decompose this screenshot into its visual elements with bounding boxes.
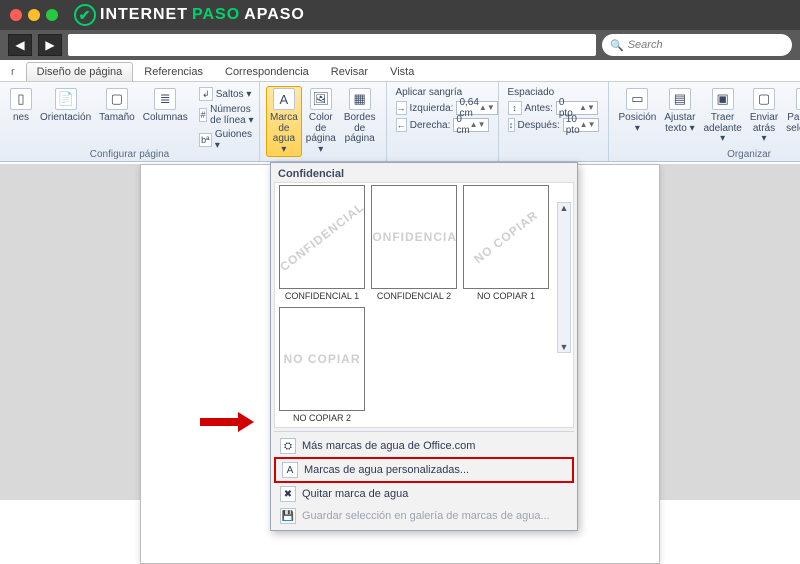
page-icon: ▯ <box>10 88 32 110</box>
hyphen-icon: bª <box>199 133 212 147</box>
group-label-organizar: Organizar <box>609 149 800 160</box>
minimize-window-icon[interactable] <box>28 9 40 21</box>
orientation-icon: 📄 <box>55 88 77 110</box>
indent-right-icon: ← <box>396 118 407 132</box>
panel-seleccion-button[interactable]: ☰Panel de selección <box>782 86 800 147</box>
ribbon-group-configurar-pagina: ▯nes 📄Orientación ▢Tamaño ≣Columnas ↲Sal… <box>0 82 260 161</box>
traer-adelante-button[interactable]: ▣Traer adelante ▾ <box>699 86 745 147</box>
ajustar-texto-button[interactable]: ▤Ajustar texto ▾ <box>660 86 699 147</box>
maximize-window-icon[interactable] <box>46 9 58 21</box>
search-placeholder: Search <box>628 39 663 51</box>
columns-icon: ≣ <box>154 88 176 110</box>
brand-text-3: APASO <box>244 6 305 24</box>
tab-correspondencia[interactable]: Correspondencia <box>214 62 320 81</box>
position-icon: ▭ <box>626 88 648 110</box>
size-icon: ▢ <box>106 88 128 110</box>
remove-watermark-item[interactable]: ✖Quitar marca de agua <box>274 483 574 505</box>
save-gallery-icon: 💾 <box>280 508 296 524</box>
space-before-icon: ↕ <box>508 101 522 115</box>
ribbon: ▯nes 📄Orientación ▢Tamaño ≣Columnas ↲Sal… <box>0 82 800 162</box>
ribbon-tab-strip: r Diseño de página Referencias Correspon… <box>0 60 800 82</box>
tamano-button[interactable]: ▢Tamaño <box>95 86 139 152</box>
watermark-option-confidencial1[interactable]: CONFIDENCIAL CONFIDENCIAL 1 <box>279 185 365 301</box>
color-pagina-button[interactable]: 🖼Color de página ▾ <box>302 86 340 157</box>
saltos-button[interactable]: ↲Saltos ▾ <box>196 86 260 102</box>
ribbon-group-espaciado: Espaciado ↕Antes:0 pto▲▼ ↕Después:10 pto… <box>499 82 609 161</box>
send-back-icon: ▢ <box>753 88 775 110</box>
indent-left-icon: → <box>396 101 407 115</box>
brand-text-1: INTERNET <box>100 6 188 24</box>
selection-pane-icon: ☰ <box>796 88 800 110</box>
bordes-pagina-button[interactable]: ▦Bordes de página <box>340 86 380 157</box>
dropdown-separator <box>274 431 574 432</box>
columnas-button[interactable]: ≣Columnas <box>139 86 192 152</box>
browser-search-input[interactable]: 🔍 Search <box>602 34 792 56</box>
office-icon: ⛭ <box>280 438 296 454</box>
custom-watermark-item[interactable]: AMarcas de agua personalizadas... <box>274 457 574 483</box>
more-office-watermarks-item[interactable]: ⛭Más marcas de agua de Office.com <box>274 435 574 457</box>
line-numbers-icon: # <box>199 108 207 122</box>
callout-arrow-icon <box>200 412 258 432</box>
brand-text-2: PASO <box>192 6 240 24</box>
sangria-derecha-field[interactable]: ←Derecha:0 cm▲▼ <box>393 117 492 133</box>
watermark-dropdown: Confidencial CONFIDENCIAL CONFIDENCIAL 1… <box>270 162 578 531</box>
browser-nav-row: ◀ ▶ 🔍 Search <box>0 30 800 60</box>
bring-forward-icon: ▣ <box>712 88 734 110</box>
tab-diseno-pagina[interactable]: Diseño de página <box>26 62 134 81</box>
space-after-icon: ↕ <box>508 118 515 132</box>
save-selection-gallery-item: 💾Guardar selección en galería de marcas … <box>274 505 574 527</box>
watermark-icon: A <box>273 88 295 110</box>
margenes-button-partial[interactable]: ▯nes <box>6 86 36 152</box>
brand-logo-icon: ✔ <box>74 4 96 26</box>
dropdown-section-confidencial: Confidencial <box>274 166 574 182</box>
orientacion-button[interactable]: 📄Orientación <box>36 86 95 152</box>
espaciado-title: Espaciado <box>505 86 602 99</box>
nav-forward-button[interactable]: ▶ <box>38 34 62 56</box>
ribbon-group-organizar: ▭Posición ▾ ▤Ajustar texto ▾ ▣Traer adel… <box>609 82 800 161</box>
espaciado-despues-field[interactable]: ↕Después:10 pto▲▼ <box>505 117 602 133</box>
tab-referencias[interactable]: Referencias <box>133 62 214 81</box>
nav-back-button[interactable]: ◀ <box>8 34 32 56</box>
watermark-option-nocopiar2[interactable]: NO COPIAR NO COPIAR 2 <box>279 307 365 423</box>
watermark-option-confidencial2[interactable]: CONFIDENCIAL CONFIDENCIAL 2 <box>371 185 457 301</box>
espaciado-antes-field[interactable]: ↕Antes:0 pto▲▼ <box>505 100 602 116</box>
browser-titlebar: ✔ INTERNETPASOAPASO <box>0 0 800 30</box>
tab-insertar-partial[interactable]: r <box>6 62 26 81</box>
tab-vista[interactable]: Vista <box>379 62 425 81</box>
url-bar[interactable] <box>68 34 596 56</box>
page-border-icon: ▦ <box>349 88 371 110</box>
sangria-izquierda-field[interactable]: →Izquierda:0,64 cm▲▼ <box>393 100 492 116</box>
numeros-linea-button[interactable]: #Números de línea ▾ <box>196 103 260 127</box>
posicion-button[interactable]: ▭Posición ▾ <box>615 86 661 147</box>
search-icon: 🔍 <box>610 39 624 52</box>
wrap-text-icon: ▤ <box>669 88 691 110</box>
ribbon-group-sangria: Aplicar sangría →Izquierda:0,64 cm▲▼ ←De… <box>387 82 499 161</box>
group-label-configurar: Configurar página <box>0 149 259 160</box>
enviar-atras-button[interactable]: ▢Enviar atrás ▾ <box>746 86 782 147</box>
tab-revisar[interactable]: Revisar <box>320 62 379 81</box>
site-brand: ✔ INTERNETPASOAPASO <box>74 4 305 26</box>
watermark-option-nocopiar1[interactable]: NO COPIAR NO COPIAR 1 <box>463 185 549 301</box>
close-window-icon[interactable] <box>10 9 22 21</box>
marca-de-agua-button[interactable]: AMarca de agua ▾ <box>266 86 302 157</box>
ribbon-group-fondo-pagina: AMarca de agua ▾ 🖼Color de página ▾ ▦Bor… <box>260 82 387 161</box>
page-color-icon: 🖼 <box>310 88 332 110</box>
gallery-scrollbar[interactable]: ▲▼ <box>557 202 571 353</box>
break-icon: ↲ <box>199 87 213 101</box>
watermark-gallery: CONFIDENCIAL CONFIDENCIAL 1 CONFIDENCIAL… <box>274 182 574 428</box>
custom-watermark-icon: A <box>282 462 298 478</box>
